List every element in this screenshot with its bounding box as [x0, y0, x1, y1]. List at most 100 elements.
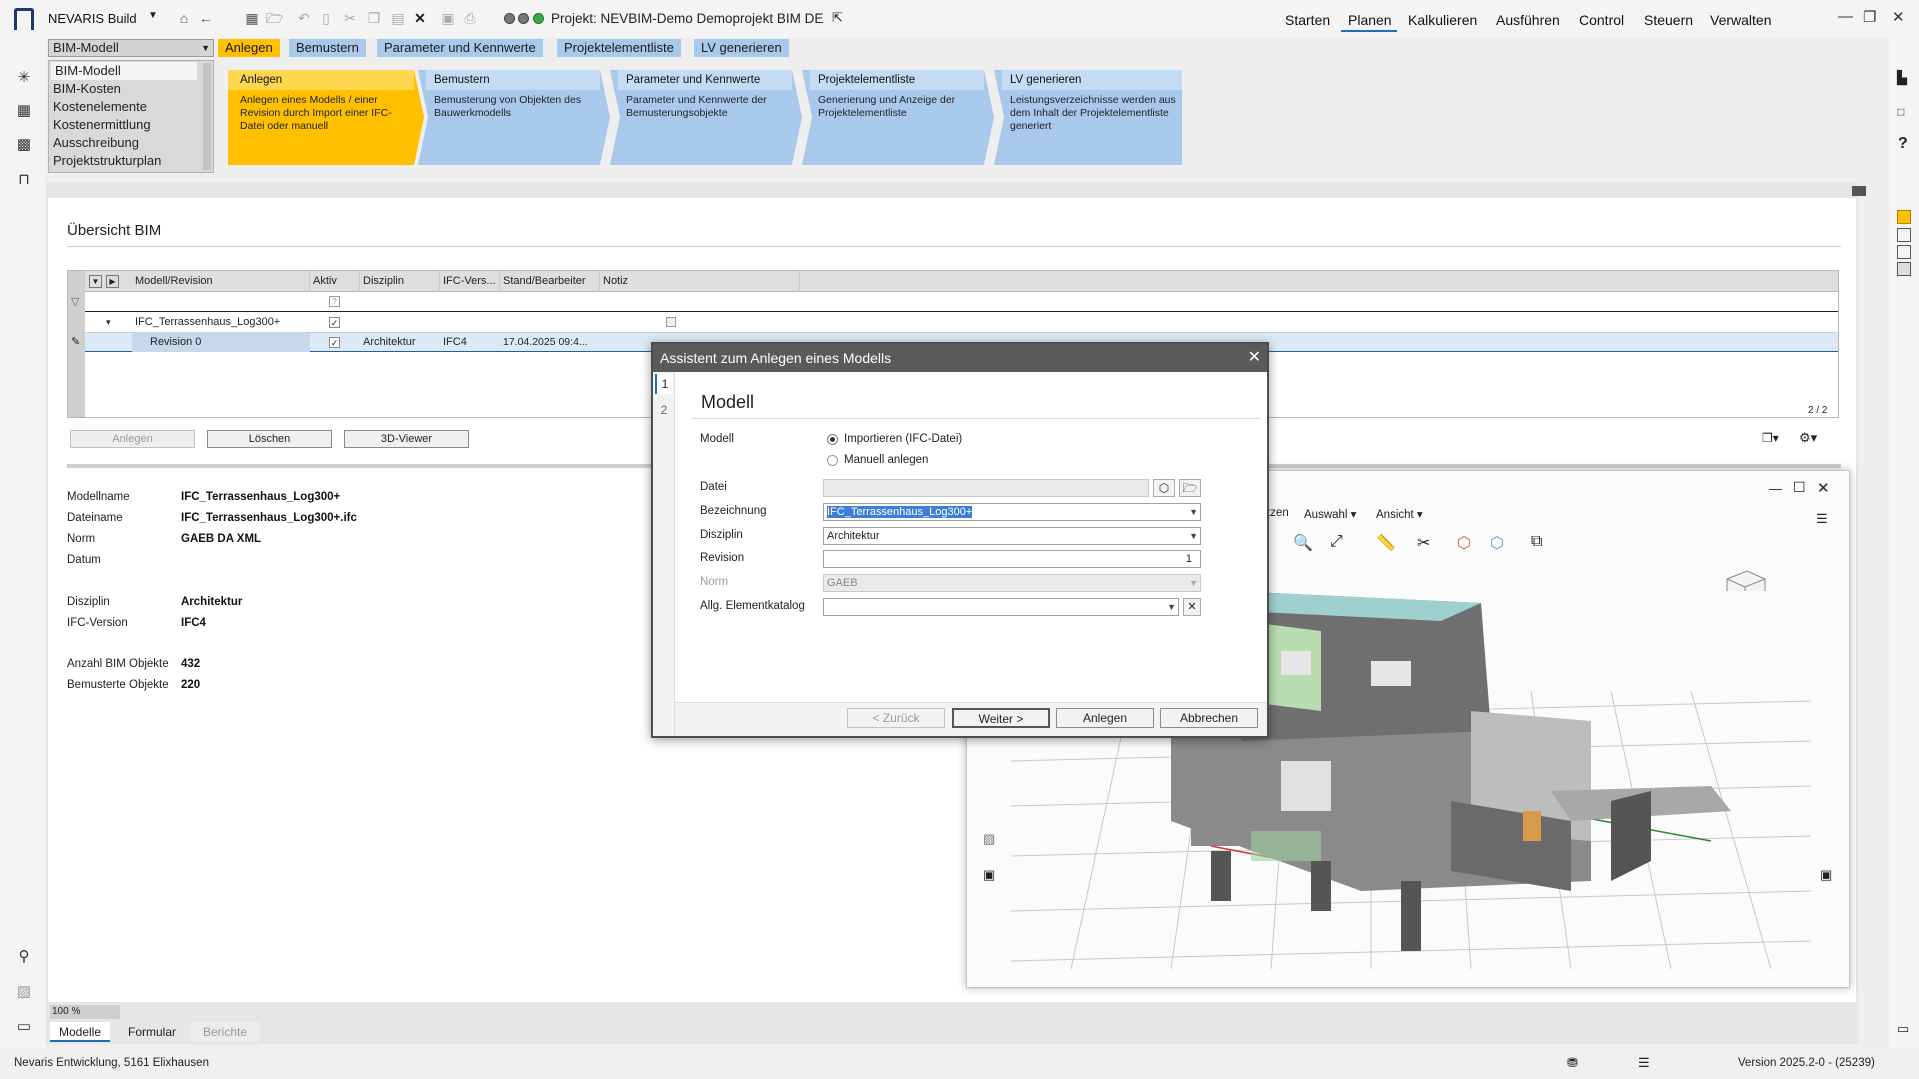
wizard-step-1[interactable]: 1 — [655, 374, 673, 394]
minimize-icon[interactable]: — — [1838, 8, 1853, 25]
viewer-menu-setzen[interactable]: tzen — [1267, 507, 1289, 519]
create-button[interactable]: Anlegen — [1056, 708, 1154, 728]
viewer-list-icon[interactable]: ☰ — [1816, 511, 1828, 527]
bim-list-item-kostenelemente[interactable]: Kostenelemente — [49, 98, 213, 116]
viewer-minimize-icon[interactable]: — — [1769, 481, 1782, 496]
list-scrollbar[interactable] — [203, 63, 211, 170]
calculator-icon[interactable]: ▦ — [244, 10, 260, 26]
back-button[interactable]: < Zurück — [847, 708, 945, 728]
tab-lv-generieren[interactable]: LV generieren — [694, 39, 789, 57]
nav-control[interactable]: Control — [1579, 12, 1624, 28]
radio-manual[interactable] — [827, 455, 838, 466]
nav-kalkulieren[interactable]: Kalkulieren — [1408, 12, 1477, 28]
tab-modelle[interactable]: Modelle — [50, 1022, 110, 1042]
chevron-down-icon[interactable]: ▼ — [1189, 575, 1198, 591]
model-row-aktiv-checkbox[interactable]: ✓ — [329, 317, 340, 328]
new-file-icon[interactable]: ▯ — [318, 10, 334, 26]
viewer-side-icon-1[interactable]: ▨ — [983, 831, 995, 847]
panel-list-icon[interactable] — [1897, 228, 1911, 242]
edit-pencil-icon[interactable]: ✎ — [71, 335, 80, 348]
measure-icon[interactable]: 📏 — [1376, 533, 1396, 553]
save-icon[interactable]: ▣ — [440, 10, 456, 26]
calculator-icon[interactable]: ▦ — [15, 102, 33, 120]
step-lv-generieren[interactable]: LV generieren Leistungsverzeichnisse wer… — [994, 70, 1182, 165]
panel-orange-icon[interactable] — [1897, 210, 1911, 224]
nav-steuern[interactable]: Steuern — [1644, 12, 1693, 28]
viewer-side-icon-2[interactable]: ▣ — [983, 867, 995, 883]
pin-icon[interactable]: ⚲ — [15, 948, 33, 966]
katalog-select[interactable]: ▼ — [823, 598, 1179, 616]
bim-list-item-bim-modell[interactable]: BIM-Modell — [51, 62, 197, 80]
image-icon[interactable]: ▨ — [15, 983, 33, 1001]
chevron-down-icon[interactable]: ▼ — [1189, 528, 1198, 544]
loeschen-button[interactable]: Löschen — [207, 430, 332, 448]
anlegen-button[interactable]: Anlegen — [70, 430, 195, 448]
filter-icon[interactable]: ▽ — [71, 295, 79, 308]
collapse-all-icon[interactable]: ▼ — [89, 275, 102, 288]
model-row-expand-icon[interactable]: ▾ — [106, 317, 111, 328]
chevron-down-icon[interactable]: ▼ — [1167, 599, 1176, 615]
panel-grid-icon[interactable] — [1897, 262, 1911, 276]
app-menu-chevron-icon[interactable]: ▼ — [148, 10, 158, 21]
step-bemustern[interactable]: Bemustern Bemusterung von Objekten des B… — [418, 70, 610, 165]
step-anlegen[interactable]: Anlegen Anlegen eines Modells / einer Re… — [228, 70, 424, 165]
help-icon[interactable]: ? — [1898, 135, 1908, 153]
ifc-model-icon[interactable]: ⬡ — [1153, 479, 1175, 497]
sync-status-icon[interactable]: ⛃ — [1567, 1055, 1578, 1071]
cut-icon[interactable]: ✂ — [342, 10, 358, 26]
nav-ausfuehren[interactable]: Ausführen — [1496, 12, 1560, 28]
viewer-menu-auswahl[interactable]: Auswahl ▾ — [1304, 507, 1356, 521]
radio-import[interactable] — [827, 434, 838, 445]
spinner-icon[interactable]: ✳ — [15, 69, 33, 87]
log-icon[interactable]: ☰ — [1638, 1055, 1650, 1071]
delete-icon[interactable]: ✕ — [412, 10, 428, 26]
dialog-close-icon[interactable]: ✕ — [1248, 344, 1261, 372]
step-parameter-kennwerte[interactable]: Parameter und Kennwerte Parameter und Ke… — [610, 70, 802, 165]
cancel-button[interactable]: Abbrechen — [1160, 708, 1258, 728]
viewer-menu-ansicht[interactable]: Ansicht ▾ — [1376, 507, 1423, 521]
tab-formular[interactable]: Formular — [120, 1022, 184, 1042]
copy-icon[interactable]: ❐ — [366, 10, 382, 26]
panel-icon[interactable]: ▭ — [15, 1018, 33, 1036]
close-icon[interactable]: ✕ — [1892, 8, 1905, 26]
clip-box-red-icon[interactable]: ⬡ — [1457, 533, 1471, 553]
tab-parameter-kennwerte[interactable]: Parameter und Kennwerte — [377, 39, 543, 57]
datei-input[interactable] — [823, 479, 1149, 497]
chevron-down-icon[interactable]: ▼ — [1189, 504, 1198, 520]
fit-view-icon[interactable]: ⤢ — [1330, 533, 1343, 551]
panel-split-icon[interactable] — [1897, 245, 1911, 259]
next-button[interactable]: Weiter > — [952, 708, 1050, 728]
camera-icon[interactable]: ◘ — [1897, 104, 1905, 119]
tab-anlegen[interactable]: Anlegen — [218, 39, 280, 57]
settings-gear-icon[interactable]: ⚙▾ — [1799, 430, 1817, 446]
browse-folder-icon[interactable]: 🗁 — [1179, 479, 1201, 497]
col-header-ifc-version[interactable]: IFC-Vers... — [440, 271, 500, 292]
building-icon[interactable]: ▩ — [15, 136, 33, 154]
model-row-name[interactable]: IFC_Terrassenhaus_Log300+ — [135, 316, 280, 328]
viewer-side-icon-3[interactable]: ▣ — [1820, 867, 1832, 883]
disziplin-select[interactable]: Architektur ▼ — [823, 527, 1201, 545]
restore-icon[interactable]: ❐ — [1863, 8, 1876, 26]
bim-list-item-bim-kosten[interactable]: BIM-Kosten — [49, 80, 213, 98]
nav-planen[interactable]: Planen — [1348, 12, 1392, 28]
step-projektelementliste[interactable]: Projektelementliste Generierung und Anze… — [802, 70, 994, 165]
filter-aktiv-checkbox[interactable]: ? — [329, 296, 340, 307]
bim-list-item-ausschreibung[interactable]: Ausschreibung — [49, 134, 213, 152]
radio-import-label[interactable]: Importieren (IFC-Datei) — [844, 433, 962, 445]
panel-toggle-icon[interactable]: ▭ — [1897, 1021, 1909, 1037]
col-header-disziplin[interactable]: Disziplin — [360, 271, 440, 292]
viewer-close-icon[interactable]: ✕ — [1817, 479, 1830, 497]
revision-input[interactable]: 1 — [823, 550, 1201, 568]
layout-icon[interactable]: ❐▾ — [1762, 431, 1779, 445]
undo-icon[interactable]: ↶ — [296, 10, 312, 26]
home-icon[interactable]: ⌂ — [176, 10, 192, 26]
tab-projektelementliste[interactable]: Projektelementliste — [557, 39, 681, 57]
bracket-icon[interactable]: ⊓ — [15, 171, 33, 189]
tab-berichte[interactable]: Berichte — [190, 1022, 260, 1042]
open-folder-icon[interactable]: 🗁 — [266, 10, 283, 26]
viewer-maximize-icon[interactable]: ☐ — [1793, 479, 1806, 496]
radio-manual-label[interactable]: Manuell anlegen — [844, 454, 928, 466]
nav-starten[interactable]: Starten — [1285, 12, 1330, 28]
norm-select[interactable]: GAEB ▼ — [823, 574, 1201, 592]
bim-list-item-projektstrukturplan[interactable]: Projektstrukturplan — [49, 152, 213, 170]
